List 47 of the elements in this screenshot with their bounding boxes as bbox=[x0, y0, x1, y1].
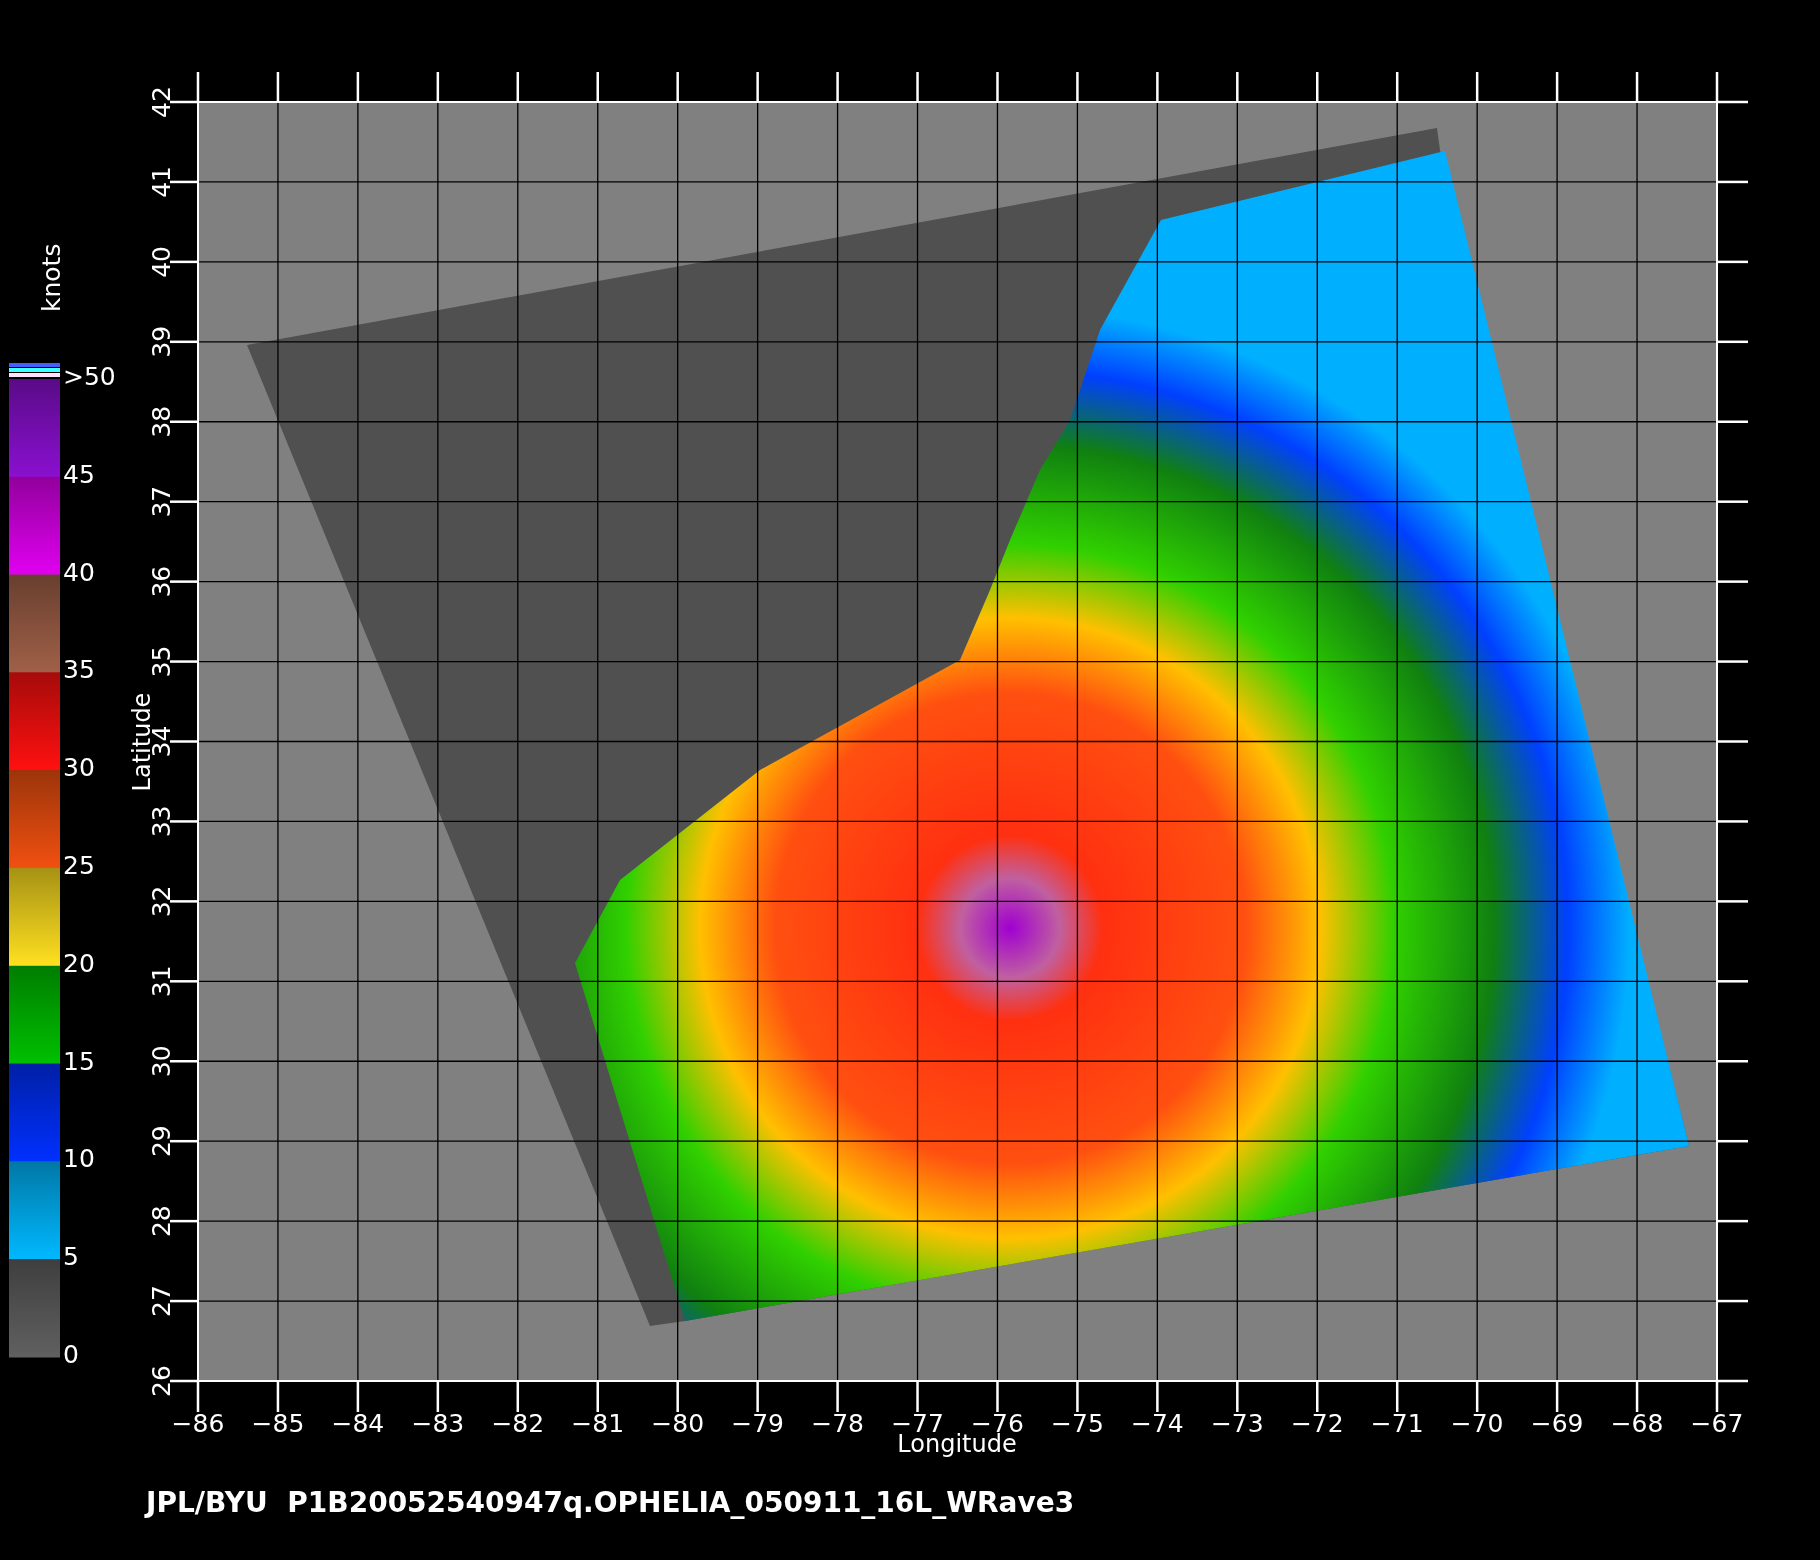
y-tick-label: 40 bbox=[147, 245, 176, 278]
x-tick-label: −84 bbox=[331, 1409, 385, 1438]
y-tick-label: 30 bbox=[147, 1045, 176, 1078]
y-tick-label: 37 bbox=[147, 485, 176, 518]
x-tick-label: −86 bbox=[171, 1409, 225, 1438]
y-tick-label: 42 bbox=[147, 86, 176, 118]
x-tick-label: −75 bbox=[1051, 1409, 1104, 1438]
x-tick-label: −81 bbox=[571, 1409, 625, 1438]
unit-label: knots bbox=[37, 243, 66, 312]
x-tick-label: −79 bbox=[731, 1409, 784, 1438]
y-tick-label: 32 bbox=[147, 885, 176, 918]
scale-label: 30 bbox=[63, 753, 95, 783]
y-tick-label: 31 bbox=[147, 965, 176, 998]
x-tick-label: −72 bbox=[1290, 1409, 1344, 1438]
scale-label: 5 bbox=[63, 1242, 79, 1272]
y-tick-label: 38 bbox=[147, 405, 176, 438]
y-tick-label: 26 bbox=[147, 1365, 176, 1397]
x-tick-label: −82 bbox=[491, 1409, 545, 1438]
y-tick-label: 27 bbox=[147, 1285, 176, 1317]
scale-label: 15 bbox=[63, 1046, 95, 1076]
scale-label: 0 bbox=[63, 1340, 79, 1369]
scale-label: 10 bbox=[63, 1144, 95, 1174]
y-tick-label: 29 bbox=[147, 1125, 176, 1158]
y-tick-label: 41 bbox=[147, 166, 176, 198]
y-tick-label: 28 bbox=[147, 1205, 176, 1238]
x-tick-label: −70 bbox=[1450, 1409, 1504, 1438]
y-tick-label: 36 bbox=[147, 565, 176, 598]
scale-label: 20 bbox=[63, 948, 95, 978]
x-tick-label: −78 bbox=[811, 1409, 864, 1438]
y-tick-label: 33 bbox=[147, 805, 176, 838]
x-tick-label: −69 bbox=[1530, 1409, 1584, 1438]
scale-label: 40 bbox=[63, 557, 95, 587]
x-tick-label: −67 bbox=[1690, 1409, 1744, 1438]
x-tick-label: −74 bbox=[1131, 1409, 1184, 1438]
x-tick-label: −73 bbox=[1210, 1409, 1264, 1438]
y-tick-label: 39 bbox=[147, 325, 176, 358]
scale-label: 25 bbox=[63, 851, 95, 880]
x-tick-label: −71 bbox=[1370, 1409, 1424, 1438]
scale-label: 45 bbox=[63, 459, 95, 489]
scale-label: >50 bbox=[63, 362, 116, 391]
x-tick-label: −68 bbox=[1610, 1409, 1664, 1438]
x-tick-label: −85 bbox=[251, 1409, 305, 1438]
x-tick-label: −80 bbox=[651, 1409, 705, 1438]
scale-label: 35 bbox=[63, 655, 95, 685]
x-tick-label: −83 bbox=[411, 1409, 465, 1438]
caption: JPL/BYU P1B20052540947q.OPHELIA_050911_16L_WRave3 bbox=[146, 1486, 1075, 1519]
y-tick-label: 35 bbox=[147, 645, 176, 678]
